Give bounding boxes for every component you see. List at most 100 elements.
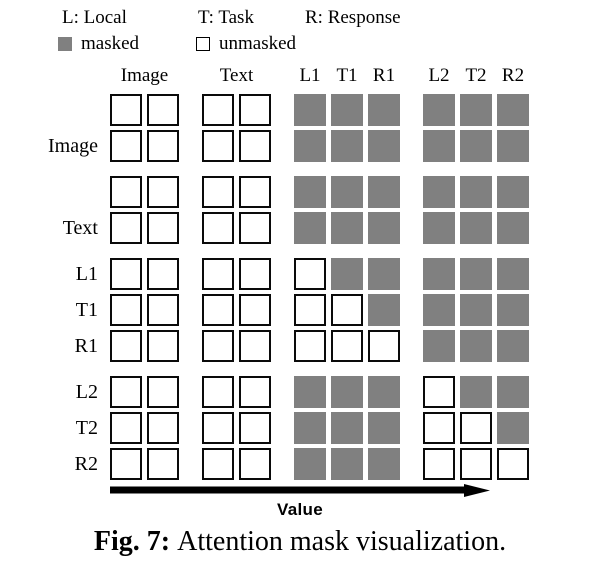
cell-masked-r0-c4 <box>294 94 326 126</box>
cell-masked-r2-c7 <box>423 176 455 208</box>
cell-unmasked-r9-c2 <box>202 448 234 480</box>
cell-masked-r1-c4 <box>294 130 326 162</box>
cell-unmasked-r3-c3 <box>239 212 271 244</box>
row-label-image: Image <box>48 135 98 157</box>
cell-unmasked-r7-c1 <box>147 376 179 408</box>
cell-unmasked-r8-c2 <box>202 412 234 444</box>
cell-unmasked-r6-c4 <box>294 330 326 362</box>
cell-unmasked-r5-c4 <box>294 294 326 326</box>
column-header-l1: L1 <box>299 65 321 86</box>
column-header-r1: R1 <box>372 65 396 86</box>
legend-label-unmasked: unmasked <box>219 33 297 54</box>
cell-unmasked-r0-c0 <box>110 94 142 126</box>
cell-unmasked-r9-c9 <box>497 448 529 480</box>
row-label-text: Text <box>62 217 98 239</box>
legend-swatches: masked unmasked <box>0 32 600 56</box>
cell-unmasked-r6-c6 <box>368 330 400 362</box>
cell-masked-r1-c7 <box>423 130 455 162</box>
cell-unmasked-r5-c3 <box>239 294 271 326</box>
cell-unmasked-r7-c0 <box>110 376 142 408</box>
cell-unmasked-r6-c0 <box>110 330 142 362</box>
cell-unmasked-r7-c2 <box>202 376 234 408</box>
cell-unmasked-r9-c3 <box>239 448 271 480</box>
cell-unmasked-r8-c8 <box>460 412 492 444</box>
cell-masked-r3-c7 <box>423 212 455 244</box>
cell-masked-r0-c5 <box>331 94 363 126</box>
legend-abbreviations: L: Local T: Task R: Response <box>0 6 600 30</box>
unmasked-swatch-icon <box>196 37 210 51</box>
cell-masked-r3-c4 <box>294 212 326 244</box>
cell-masked-r3-c9 <box>497 212 529 244</box>
legend-item-masked: masked <box>58 32 139 56</box>
cell-unmasked-r8-c1 <box>147 412 179 444</box>
legend-label-masked: masked <box>81 33 140 54</box>
cell-masked-r5-c9 <box>497 294 529 326</box>
cell-masked-r9-c6 <box>368 448 400 480</box>
column-header-image: Image <box>120 65 169 86</box>
cell-unmasked-r2-c1 <box>147 176 179 208</box>
cell-unmasked-r7-c3 <box>239 376 271 408</box>
matrix-row-t2-8: T2 <box>76 410 600 446</box>
cell-unmasked-r2-c2 <box>202 176 234 208</box>
cell-masked-r0-c6 <box>368 94 400 126</box>
column-header-r2: R2 <box>501 65 525 86</box>
cell-unmasked-r4-c0 <box>110 258 142 290</box>
cell-masked-r2-c4 <box>294 176 326 208</box>
cell-masked-r7-c8 <box>460 376 492 408</box>
cell-masked-r3-c5 <box>331 212 363 244</box>
row-label-l1: L1 <box>75 263 98 285</box>
matrix-rows: Image Image Text Text L1 T1 R1 L2 T2 R2 <box>0 92 600 482</box>
cell-unmasked-r5-c0 <box>110 294 142 326</box>
column-header-l2: L2 <box>428 65 450 86</box>
cell-unmasked-r1-c1 <box>147 130 179 162</box>
cell-masked-r1-c6 <box>368 130 400 162</box>
cell-unmasked-r6-c1 <box>147 330 179 362</box>
cell-unmasked-r5-c1 <box>147 294 179 326</box>
cell-unmasked-r4-c4 <box>294 258 326 290</box>
cell-unmasked-r9-c1 <box>147 448 179 480</box>
value-axis-label: Value <box>277 500 323 519</box>
matrix-row-r1-6: R1 <box>75 328 600 364</box>
cell-masked-r7-c6 <box>368 376 400 408</box>
row-label-r1: R1 <box>74 335 98 357</box>
column-header-t1: T1 <box>336 65 358 86</box>
matrix-row-image-0: Image <box>110 92 600 128</box>
cell-unmasked-r1-c2 <box>202 130 234 162</box>
matrix-row-image-1: Image <box>48 128 600 164</box>
cell-masked-r1-c9 <box>497 130 529 162</box>
cell-unmasked-r3-c0 <box>110 212 142 244</box>
column-header-t2: T2 <box>465 65 487 86</box>
cell-masked-r1-c8 <box>460 130 492 162</box>
cell-unmasked-r6-c2 <box>202 330 234 362</box>
cell-masked-r5-c8 <box>460 294 492 326</box>
masked-swatch-icon <box>58 37 72 51</box>
cell-unmasked-r3-c1 <box>147 212 179 244</box>
cell-unmasked-r1-c0 <box>110 130 142 162</box>
legend-abbrev-response: R: Response <box>305 7 401 28</box>
figure-caption-prefix: Fig. 7: <box>93 526 171 557</box>
legend-item-unmasked: unmasked <box>196 32 296 56</box>
cell-unmasked-r5-c2 <box>202 294 234 326</box>
cell-unmasked-r4-c1 <box>147 258 179 290</box>
attention-mask-matrix: Image Text L1 T1 R1 L2 T2 R2 Image Image Text Text… <box>0 62 600 482</box>
matrix-row-t1-5: T1 <box>76 292 600 328</box>
cell-unmasked-r0-c1 <box>147 94 179 126</box>
cell-masked-r2-c6 <box>368 176 400 208</box>
cell-masked-r0-c8 <box>460 94 492 126</box>
legend-abbrev-local: L: Local <box>62 7 127 28</box>
cell-masked-r5-c7 <box>423 294 455 326</box>
cell-masked-r7-c4 <box>294 376 326 408</box>
cell-masked-r7-c9 <box>497 376 529 408</box>
cell-masked-r2-c8 <box>460 176 492 208</box>
cell-unmasked-r4-c3 <box>239 258 271 290</box>
cell-masked-r8-c9 <box>497 412 529 444</box>
cell-unmasked-r2-c0 <box>110 176 142 208</box>
matrix-row-r2-9: R2 <box>75 446 600 482</box>
legend-abbrev-task: T: Task <box>198 7 254 28</box>
cell-unmasked-r7-c7 <box>423 376 455 408</box>
cell-unmasked-r8-c7 <box>423 412 455 444</box>
matrix-row-text-2: Text <box>110 174 600 210</box>
cell-masked-r1-c5 <box>331 130 363 162</box>
cell-masked-r6-c7 <box>423 330 455 362</box>
cell-masked-r4-c9 <box>497 258 529 290</box>
